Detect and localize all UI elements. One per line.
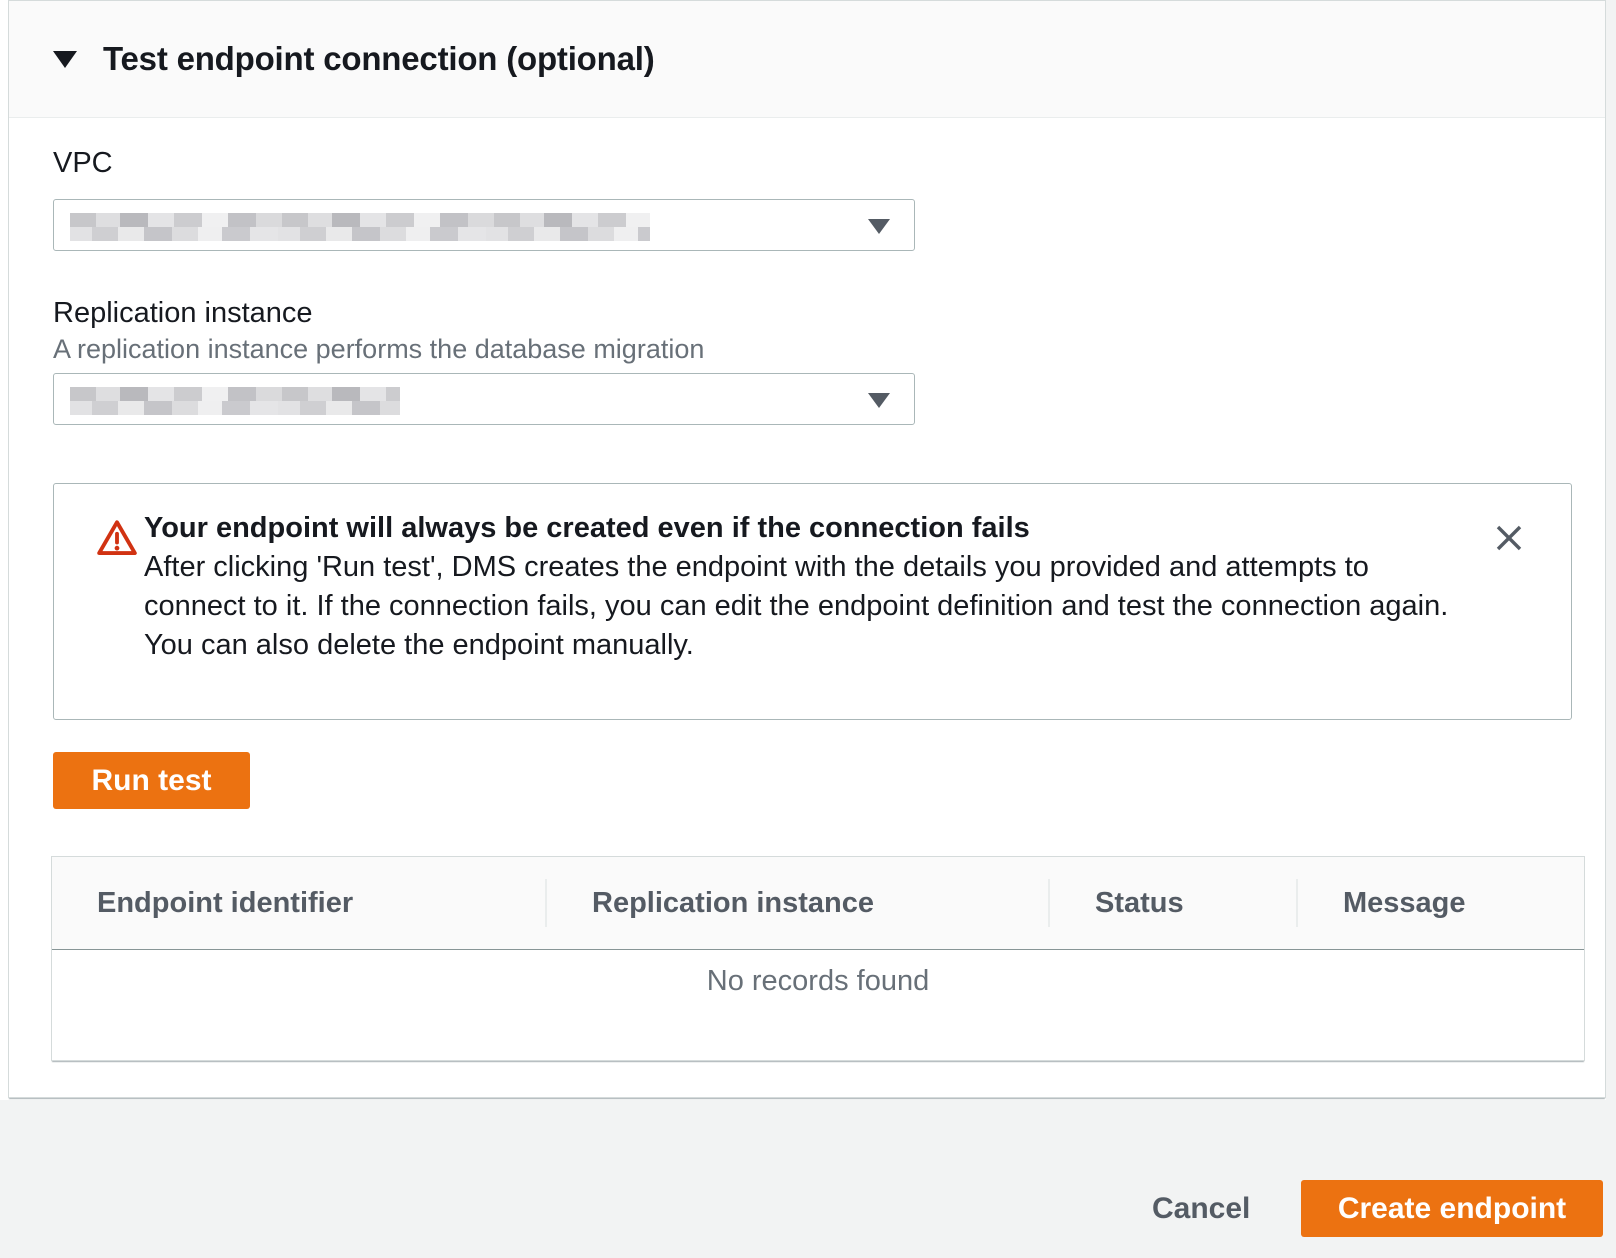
caret-down-icon [868, 393, 890, 408]
replication-instance-label: Replication instance [53, 297, 313, 330]
warning-triangle-icon [96, 518, 138, 563]
warning-alert: Your endpoint will always be created eve… [53, 483, 1572, 720]
table-empty-message: No records found [52, 965, 1584, 998]
column-header-status: Status [1048, 879, 1296, 927]
vpc-select[interactable] [53, 199, 915, 251]
page-background-right [1606, 0, 1616, 1100]
triangle-down-icon[interactable] [53, 51, 77, 68]
close-icon[interactable] [1487, 516, 1531, 560]
replication-instance-select[interactable] [53, 373, 915, 425]
replication-instance-redacted-value [70, 387, 400, 415]
replication-instance-description: A replication instance performs the data… [53, 334, 704, 365]
cancel-button[interactable]: Cancel [1108, 1180, 1294, 1237]
column-header-endpoint-identifier: Endpoint identifier [52, 879, 545, 927]
vpc-redacted-value [70, 213, 650, 241]
table-header-row: Endpoint identifier Replication instance… [52, 857, 1584, 950]
column-header-message: Message [1296, 879, 1584, 927]
test-endpoint-connection-section: Test endpoint connection (optional) VPC … [8, 0, 1606, 1098]
caret-down-icon [868, 219, 890, 234]
section-title: Test endpoint connection (optional) [103, 40, 655, 78]
dms-create-endpoint-page: Test endpoint connection (optional) VPC … [0, 0, 1616, 1258]
column-header-replication-instance: Replication instance [545, 879, 1048, 927]
run-test-button[interactable]: Run test [53, 752, 250, 809]
create-endpoint-button[interactable]: Create endpoint [1301, 1180, 1603, 1237]
warning-title: Your endpoint will always be created eve… [144, 509, 1030, 548]
vpc-label: VPC [53, 147, 113, 180]
section-header[interactable]: Test endpoint connection (optional) [9, 1, 1605, 118]
warning-body: After clicking 'Run test', DMS creates t… [144, 548, 1454, 665]
connection-results-table: Endpoint identifier Replication instance… [51, 856, 1585, 1061]
